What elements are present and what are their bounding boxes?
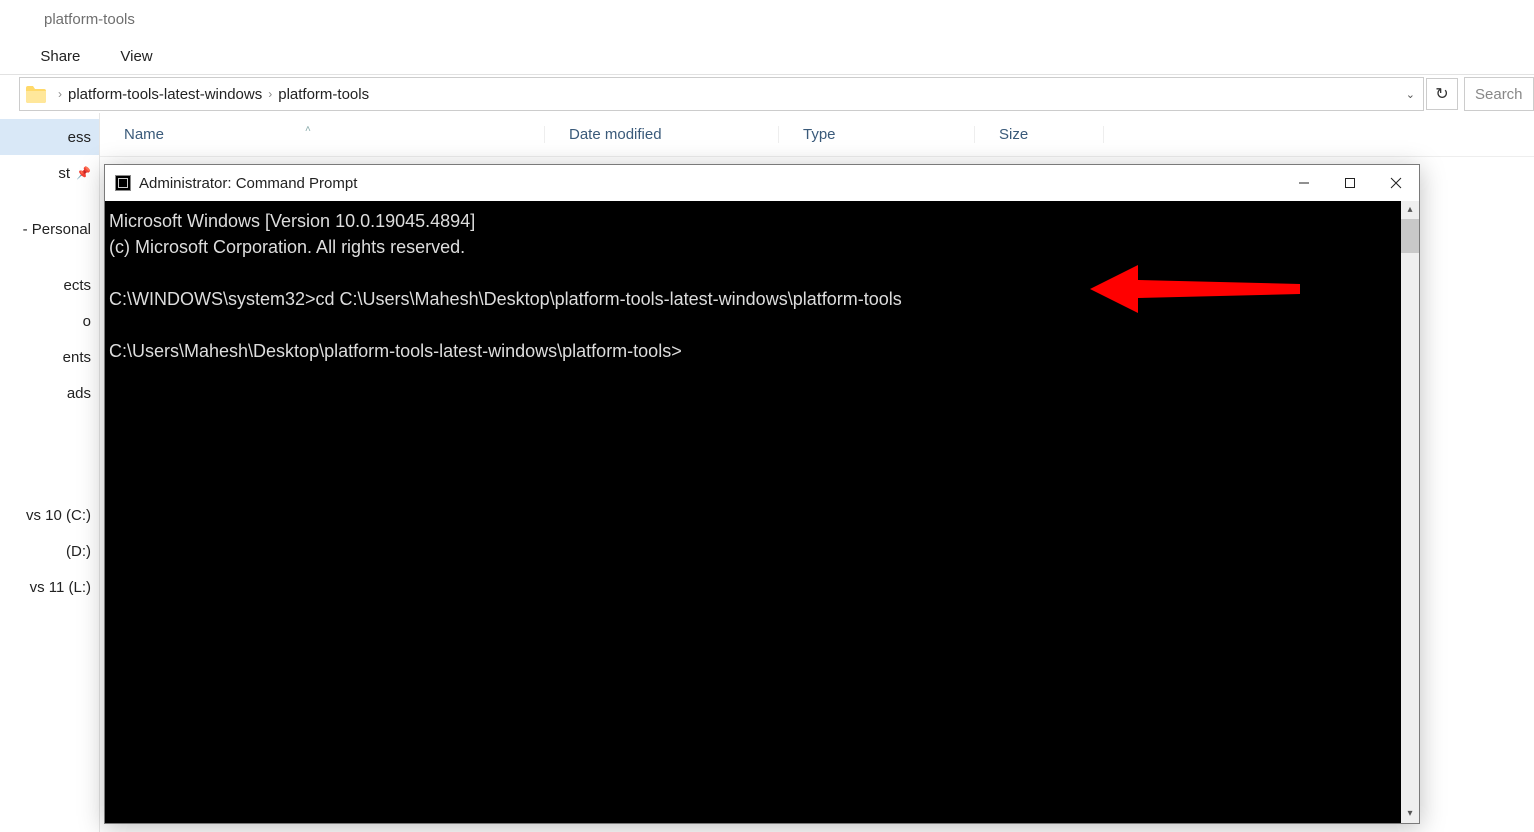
nav-label: o [83,313,91,330]
chevron-down-icon[interactable]: ⌄ [1398,88,1423,101]
nav-label: ess [68,129,91,146]
column-header-type[interactable]: Type [778,126,974,143]
window-buttons [1281,165,1419,201]
nav-drive[interactable]: (D:) [0,533,99,569]
address-bar-row: › platform-tools-latest-windows › platfo… [0,74,1534,113]
column-label: Name [124,126,164,143]
menu-item-view[interactable]: View [120,48,152,65]
nav-label: ads [67,385,91,402]
close-button[interactable] [1373,165,1419,201]
navigation-pane: ess st 📌 - Personal ects o ents ads vs 1… [0,113,100,832]
cmd-line: C:\Users\Mahesh\Desktop\platform-tools-l… [109,341,682,361]
scroll-up-arrow-icon[interactable]: ▴ [1401,201,1419,219]
search-input[interactable]: Search [1464,77,1534,111]
search-placeholder: Search [1475,86,1523,103]
breadcrumb-1[interactable]: platform-tools-latest-windows [68,86,262,103]
nav-label: vs 11 (L:) [30,579,91,596]
nav-item[interactable]: st 📌 [0,155,99,191]
column-label: Type [803,126,836,143]
nav-item[interactable]: - Personal [0,211,99,247]
refresh-icon: ↻ [1435,84,1448,104]
nav-label: st [58,165,70,182]
nav-label: (D:) [66,543,91,560]
nav-drive[interactable]: vs 11 (L:) [0,569,99,605]
cmd-titlebar[interactable]: Administrator: Command Prompt [105,165,1419,201]
cmd-line: (c) Microsoft Corporation. All rights re… [109,237,465,257]
cmd-terminal-area[interactable]: Microsoft Windows [Version 10.0.19045.48… [105,201,1419,823]
explorer-menubar: e Share View [0,38,1534,74]
nav-drive[interactable]: vs 10 (C:) [0,497,99,533]
nav-quick-access[interactable]: ess [0,119,99,155]
breadcrumb-2[interactable]: platform-tools [278,86,369,103]
chevron-right-icon[interactable]: › [52,87,68,101]
scrollbar[interactable]: ▴ ▾ [1401,201,1419,823]
minimize-button[interactable] [1281,165,1327,201]
nav-label: - Personal [23,221,91,238]
nav-item[interactable]: o [0,303,99,339]
cmd-line: C:\WINDOWS\system32>cd C:\Users\Mahesh\D… [109,289,902,309]
cmd-title: Administrator: Command Prompt [139,175,357,192]
nav-label: ents [63,349,91,366]
nav-item[interactable]: ents [0,339,99,375]
column-header-size[interactable]: Size [974,126,1104,143]
folder-icon [26,86,46,103]
chevron-right-icon[interactable]: › [262,87,278,101]
address-bar[interactable]: › platform-tools-latest-windows › platfo… [19,77,1424,111]
nav-label: vs 10 (C:) [26,507,91,524]
cmd-icon [115,175,131,191]
column-header-name[interactable]: Name ˄ [100,126,544,143]
nav-item[interactable]: ects [0,267,99,303]
pin-icon: 📌 [76,166,91,180]
scroll-thumb[interactable] [1401,219,1419,253]
refresh-button[interactable]: ↻ [1426,78,1458,110]
column-label: Size [999,126,1028,143]
explorer-window-title: platform-tools [0,0,1534,38]
maximize-button[interactable] [1327,165,1373,201]
scroll-down-arrow-icon[interactable]: ▾ [1401,805,1419,823]
title-text: platform-tools [44,11,135,28]
nav-spacer [0,75,15,113]
command-prompt-window: Administrator: Command Prompt Microsoft … [104,164,1420,824]
column-label: Date modified [569,126,662,143]
nav-label: ects [63,277,91,294]
nav-item[interactable]: ads [0,375,99,411]
column-header-row: Name ˄ Date modified Type Size [100,113,1534,157]
column-header-date[interactable]: Date modified [544,126,778,143]
sort-caret-icon: ˄ [305,124,311,135]
menu-item-share[interactable]: Share [40,48,80,65]
cmd-line: Microsoft Windows [Version 10.0.19045.48… [109,211,475,231]
